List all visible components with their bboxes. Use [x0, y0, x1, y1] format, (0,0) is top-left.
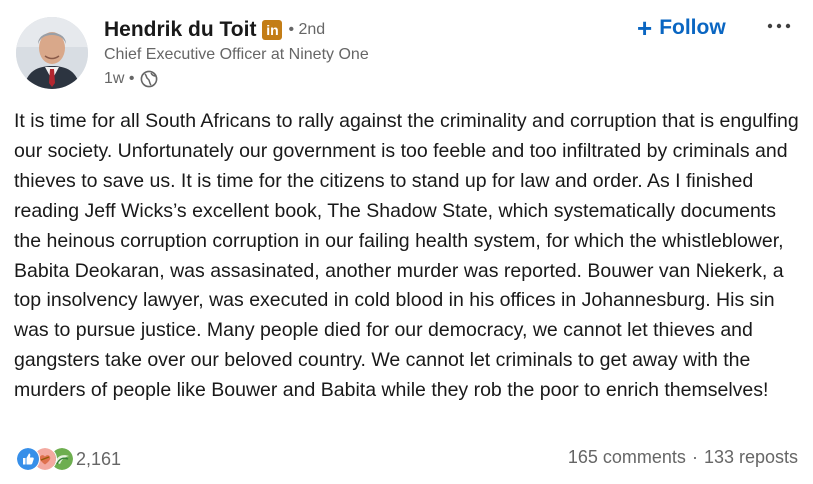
post-time: 1w •	[104, 70, 135, 87]
social-counts: 165 comments · 133 reposts	[568, 447, 798, 468]
more-options-button[interactable]	[762, 12, 798, 42]
author-headline: Chief Executive Officer at Ninety One	[104, 46, 369, 63]
reactions-summary[interactable]: 2,161	[16, 447, 121, 471]
reaction-count: 2,161	[76, 448, 122, 469]
post-text: It is time for all South Africans to ral…	[14, 110, 799, 402]
like-icon	[16, 447, 40, 471]
separator-dot: ·	[691, 447, 698, 467]
plus-icon: +	[637, 13, 653, 43]
ellipsis-icon	[767, 23, 791, 29]
globe-icon	[140, 70, 157, 88]
linkedin-premium-icon: in	[262, 20, 283, 40]
post-meta: 1w •	[104, 70, 158, 88]
author-name[interactable]: Hendrik du Toit	[104, 18, 256, 42]
author-photo	[16, 17, 88, 89]
connection-degree: • 2nd	[288, 21, 326, 38]
reposts-count[interactable]: 133 reposts	[704, 447, 798, 468]
author-name-row: Hendrik du Toit in • 2nd	[104, 17, 325, 43]
comments-count[interactable]: 165 comments	[568, 447, 686, 468]
author-avatar[interactable]	[16, 17, 88, 89]
follow-button[interactable]: + Follow	[637, 12, 726, 44]
reaction-icons	[16, 447, 74, 471]
follow-label: Follow	[659, 16, 726, 39]
